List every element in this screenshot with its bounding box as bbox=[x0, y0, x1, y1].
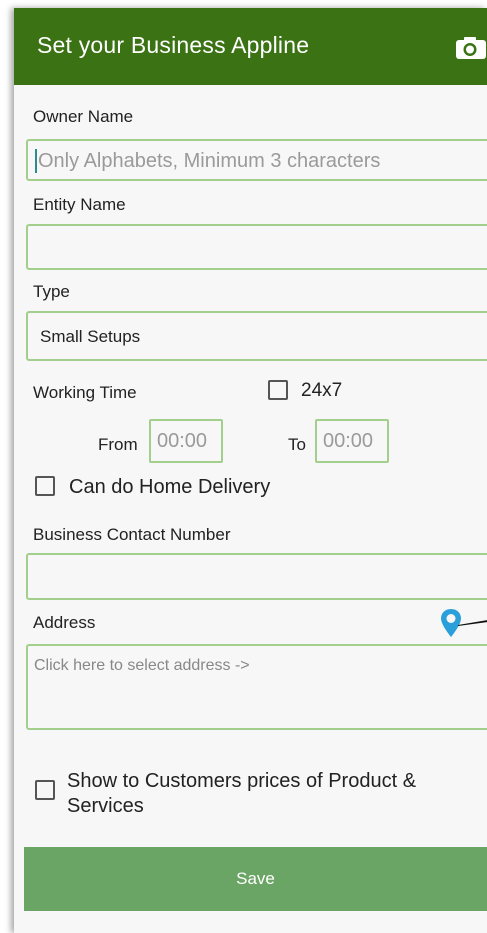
from-label: From bbox=[98, 435, 138, 454]
owner-name-label: Owner Name bbox=[33, 107, 134, 126]
entity-name-label: Entity Name bbox=[33, 195, 126, 214]
owner-name-field[interactable]: Only Alphabets, Minimum 3 characters bbox=[26, 139, 487, 181]
pointer-arrow-icon bbox=[458, 620, 487, 626]
show-prices-checkbox[interactable] bbox=[35, 780, 55, 800]
always-open-label: 24x7 bbox=[301, 380, 343, 401]
type-select[interactable]: Small Setups bbox=[26, 311, 487, 361]
page-title: Set your Business Appline bbox=[37, 32, 310, 58]
working-time-label: Working Time bbox=[33, 383, 137, 402]
to-label: To bbox=[288, 435, 306, 454]
always-open-checkbox[interactable] bbox=[268, 380, 288, 400]
save-button[interactable]: Save bbox=[24, 847, 487, 911]
to-time-placeholder: 00:00 bbox=[323, 430, 374, 452]
show-prices-label: Show to Customers prices of Product & Se… bbox=[67, 770, 417, 817]
contact-number-label: Business Contact Number bbox=[33, 525, 231, 544]
address-label: Address bbox=[33, 613, 96, 632]
app-bar: Set your Business Appline bbox=[14, 8, 487, 85]
home-delivery-label: Can do Home Delivery bbox=[69, 476, 271, 498]
camera-icon[interactable] bbox=[455, 36, 487, 60]
address-field[interactable]: Click here to select address -> bbox=[26, 644, 487, 730]
type-selected-value: Small Setups bbox=[40, 327, 141, 346]
owner-name-placeholder: Only Alphabets, Minimum 3 characters bbox=[38, 150, 381, 172]
home-delivery-checkbox[interactable] bbox=[35, 476, 55, 496]
from-time-placeholder: 00:00 bbox=[157, 430, 208, 452]
address-placeholder: Click here to select address -> bbox=[34, 657, 250, 674]
to-time-field[interactable]: 00:00 bbox=[315, 419, 389, 463]
entity-name-field[interactable] bbox=[26, 224, 487, 270]
type-label: Type bbox=[33, 282, 70, 301]
from-time-field[interactable]: 00:00 bbox=[149, 419, 223, 463]
text-cursor bbox=[35, 149, 37, 173]
contact-number-field[interactable] bbox=[26, 553, 487, 600]
business-form-screen: Set your Business Appline Owner Name Onl… bbox=[14, 8, 487, 933]
